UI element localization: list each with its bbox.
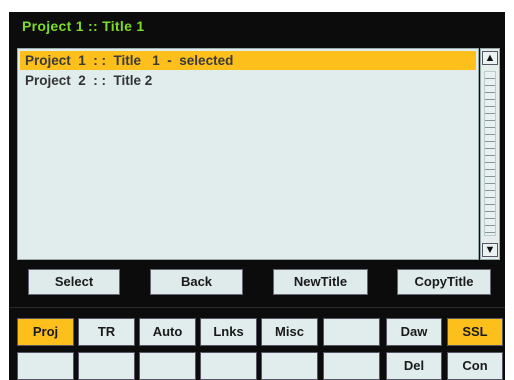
tab-del[interactable]: Del — [386, 352, 442, 380]
tab-misc[interactable]: Misc — [261, 318, 318, 346]
copy-title-button[interactable]: CopyTitle — [397, 269, 491, 295]
title-list[interactable]: Project 1 : : Title 1 - selected Project… — [17, 48, 479, 260]
tab-blank[interactable] — [323, 318, 380, 346]
tab-blank[interactable] — [323, 352, 380, 380]
tab-proj[interactable]: Proj — [17, 318, 74, 346]
scroll-track[interactable] — [484, 71, 496, 236]
tab-daw[interactable]: Daw — [386, 318, 442, 346]
tab-blank[interactable] — [200, 352, 257, 380]
list-scrollbar[interactable]: ▲ ▼ — [480, 48, 500, 260]
tab-tr[interactable]: TR — [78, 318, 135, 346]
tab-blank[interactable] — [17, 352, 74, 380]
back-button[interactable]: Back — [150, 269, 243, 295]
list-item[interactable]: Project 2 : : Title 2 — [20, 71, 476, 90]
tab-lnks[interactable]: Lnks — [200, 318, 257, 346]
tab-blank[interactable] — [139, 352, 196, 380]
page-title: Project 1 :: Title 1 — [22, 18, 145, 34]
divider — [9, 307, 505, 308]
tab-blank[interactable] — [78, 352, 135, 380]
select-button[interactable]: Select — [28, 269, 120, 295]
tab-ssl[interactable]: SSL — [447, 318, 503, 346]
list-item-selected[interactable]: Project 1 : : Title 1 - selected — [20, 51, 476, 70]
scroll-up-icon[interactable]: ▲ — [482, 51, 498, 65]
scroll-down-icon[interactable]: ▼ — [482, 243, 498, 257]
tab-auto[interactable]: Auto — [139, 318, 196, 346]
tab-blank[interactable] — [261, 352, 318, 380]
tab-con[interactable]: Con — [447, 352, 503, 380]
new-title-button[interactable]: NewTitle — [273, 269, 368, 295]
